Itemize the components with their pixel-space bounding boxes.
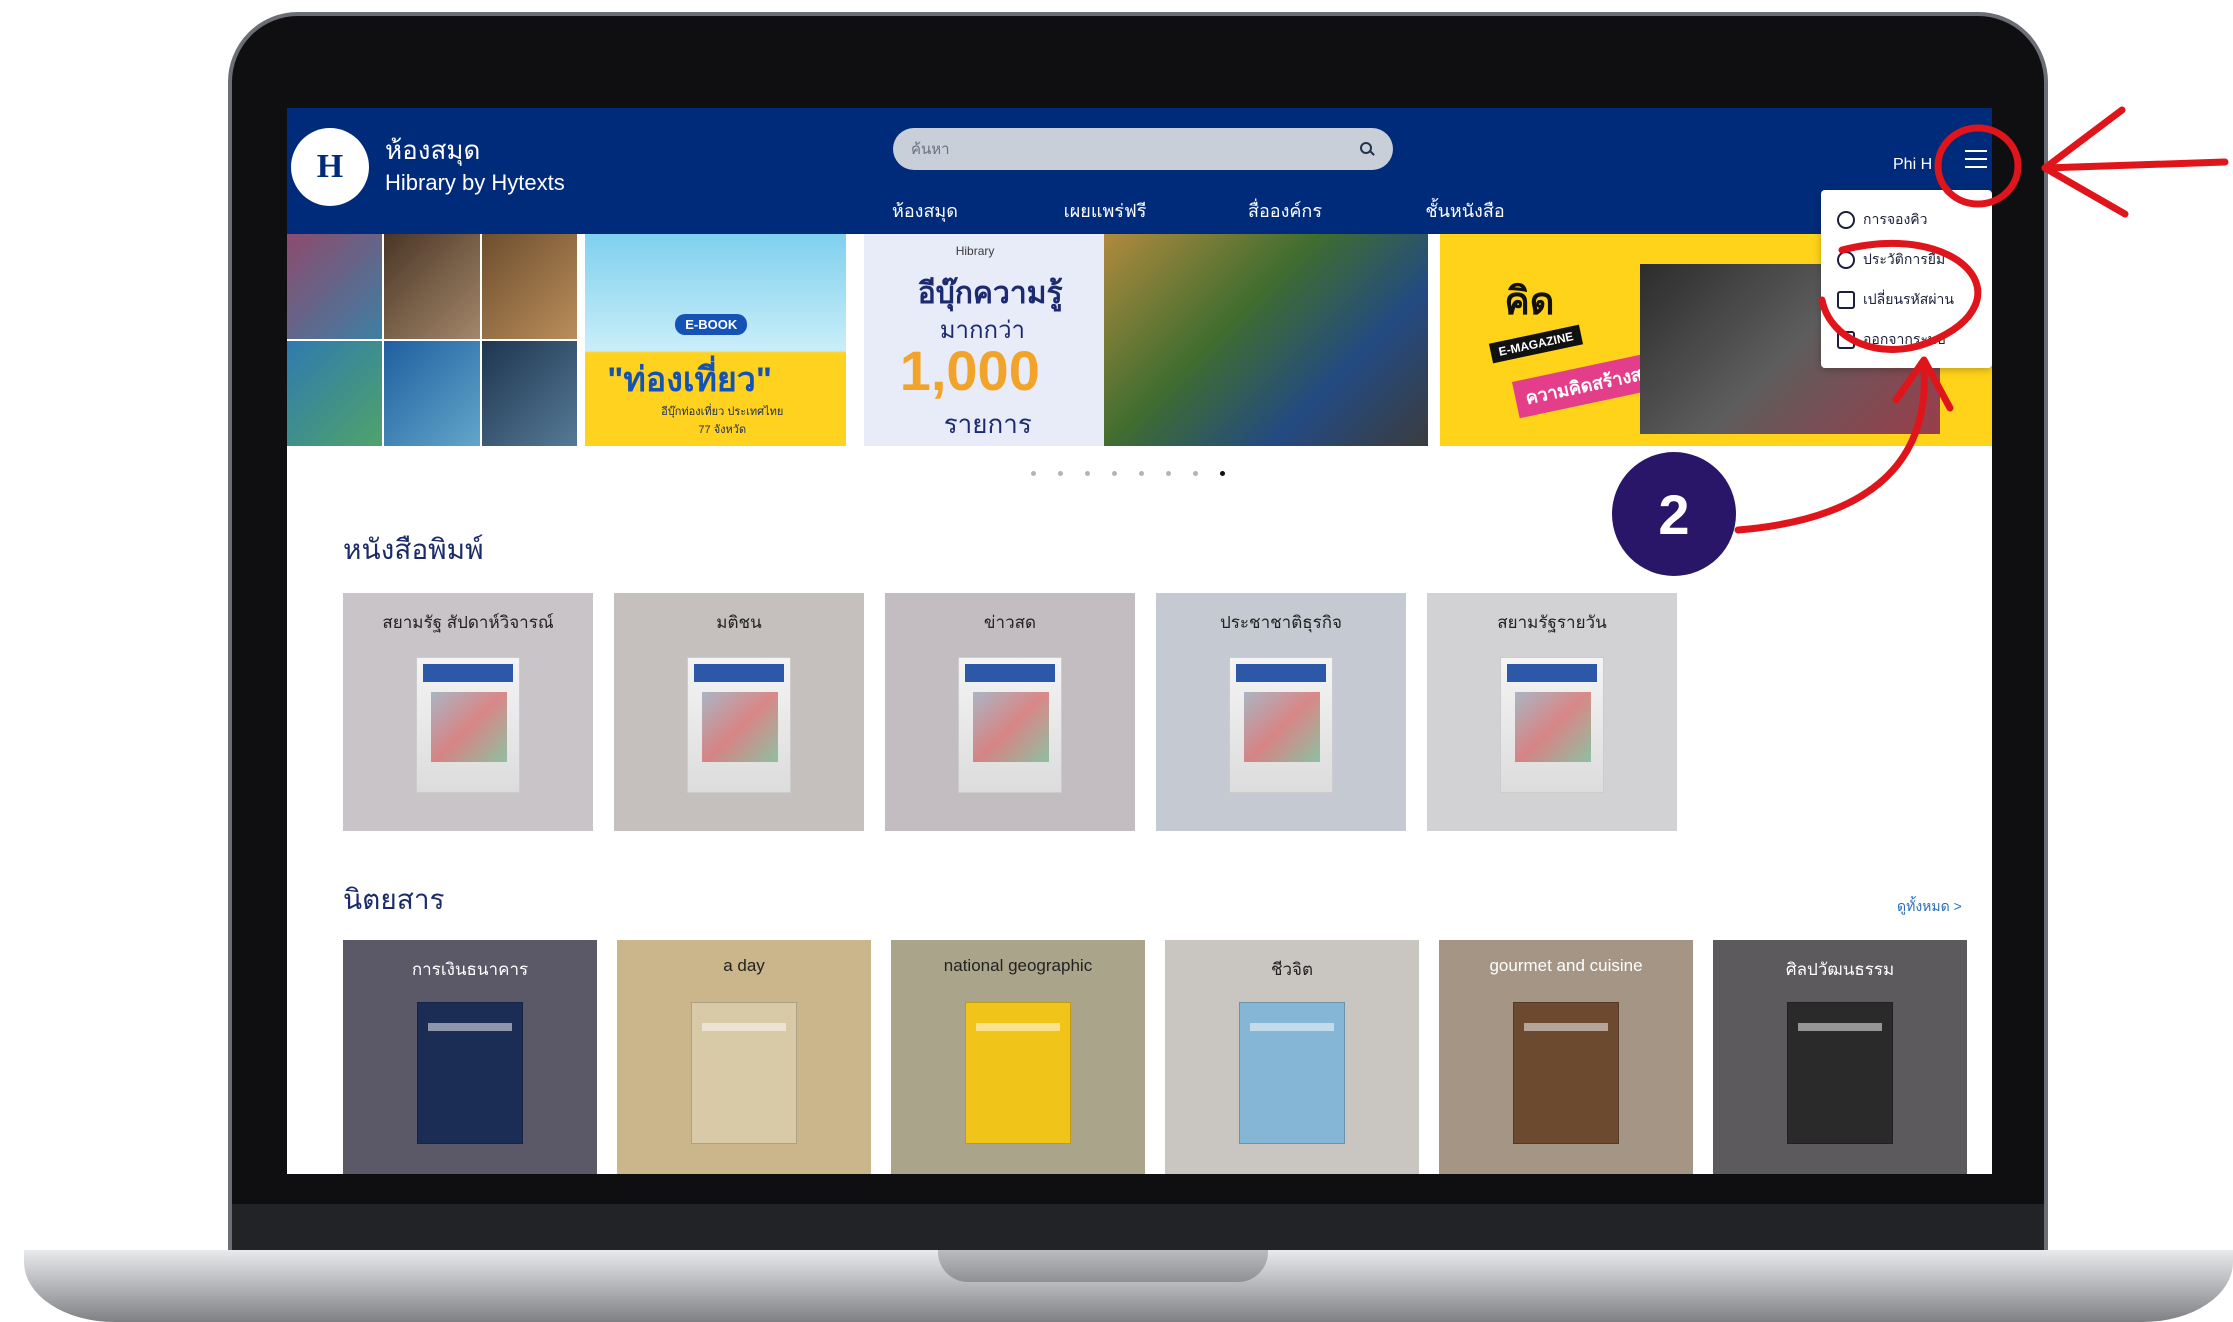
curved-arrow-annotation <box>1734 364 1928 534</box>
arrow-head-annotation <box>2041 106 2129 218</box>
circle-hamburger-annotation <box>1934 124 2022 208</box>
arrow-line-annotation <box>2041 158 2229 172</box>
stage: H ห้องสมุด Hibrary by Hytexts ห้องสมุด เ… <box>0 0 2233 1322</box>
annotation-overlay <box>1734 106 2229 534</box>
step-badge: 2 <box>1612 452 1736 576</box>
circle-change-password-annotation <box>1818 239 1982 353</box>
